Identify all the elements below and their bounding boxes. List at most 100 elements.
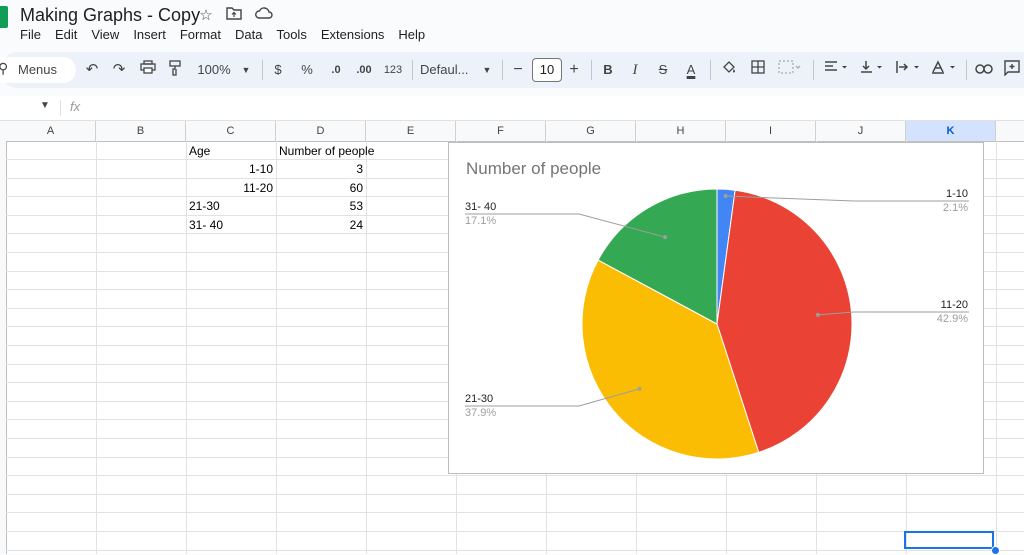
grid-column-line [96,141,97,554]
number-format-button[interactable]: 123 [382,60,404,80]
undo-icon[interactable]: ↶ [84,60,100,80]
star-icon[interactable]: ☆ [196,6,216,26]
chevron-down-icon[interactable]: ▼ [481,60,493,80]
vertical-align-icon[interactable] [859,60,887,80]
document-title[interactable]: Making Graphs - Copy [20,5,200,26]
pie-leader-dot-1 [723,194,728,199]
pie-category-label-1: 1-10 [946,188,968,200]
cell-c4[interactable]: 21-30 [189,197,273,215]
column-header-c[interactable]: C [186,121,276,141]
cell-d4[interactable]: 53 [279,197,363,215]
fill-color-icon[interactable] [720,60,738,80]
chart-title: Number of people [466,159,601,178]
strikethrough-button[interactable]: S [655,60,671,80]
cell-d2[interactable]: 3 [279,160,363,178]
name-box-dropdown-icon[interactable]: ▼ [40,100,50,111]
pie-chart-canvas: Number of people 1-10 2.1% 11-20 42.9% 21-30… [465,159,969,460]
percent-format-button[interactable]: % [298,60,316,80]
italic-button[interactable]: I [627,60,643,80]
font-select[interactable]: Defaul... [420,60,478,80]
grid-row-line [6,475,1024,476]
menu-edit[interactable]: Edit [55,27,77,45]
column-header-a[interactable]: A [6,121,96,141]
toolbar-divider [591,60,592,80]
grid-column-line [996,141,997,554]
cell-c2[interactable]: 1-10 [189,160,273,178]
paint-format-icon[interactable] [167,60,183,80]
grid-column-line [366,141,367,554]
cell-c1[interactable]: Age [189,142,273,160]
pie-category-label-3: 21-30 [465,393,493,405]
zoom-select[interactable]: 100% [194,60,234,80]
toolbar-divider [502,60,503,80]
toolbar-divider [262,60,263,80]
move-to-folder-icon[interactable] [224,6,244,26]
sheets-logo-icon[interactable] [0,6,8,28]
search-menus-label: Menus [18,62,58,77]
cell-d1[interactable]: Number of people [279,142,379,160]
increase-font-size-icon[interactable]: + [566,60,582,80]
column-header-f[interactable]: F [456,121,546,141]
pie-percent-label-2: 42.9% [937,313,968,325]
formula-bar-divider [60,100,61,116]
text-rotation-icon[interactable] [930,60,960,80]
grid-row-line [6,531,1024,532]
menu-help[interactable]: Help [398,27,425,45]
column-header-i[interactable]: I [726,121,816,141]
menu-extensions[interactable]: Extensions [321,27,385,45]
pie-leader-dot-4 [663,235,668,240]
font-size-input[interactable]: 10 [532,58,562,82]
pie-chart[interactable]: Number of people 1-10 2.1% 11-20 42.9% 21-30… [448,142,984,474]
decrease-decimal-button[interactable]: .0 [326,60,346,80]
formula-bar[interactable] [0,96,1024,121]
pie-percent-label-4: 17.1% [465,215,496,227]
search-menus-button[interactable]: ⚲ Menus [0,57,76,83]
print-icon[interactable] [139,60,157,80]
menu-data[interactable]: Data [235,27,262,45]
row-header-gutter [0,141,7,554]
grid-row-line [6,494,1024,495]
menu-file[interactable]: File [20,27,41,45]
column-header-row: A B C D E F G H I J K [0,121,1024,142]
cell-d5[interactable]: 24 [279,216,363,234]
redo-icon[interactable]: ↷ [111,60,127,80]
text-color-button[interactable]: A [682,60,700,80]
menu-format[interactable]: Format [180,27,221,45]
cell-c3[interactable]: 11-20 [189,179,273,197]
column-header-g[interactable]: G [546,121,636,141]
currency-format-button[interactable]: $ [271,60,285,80]
menu-bar: File Edit View Insert Format Data Tools … [20,27,439,45]
toolbar-divider [966,60,967,80]
grid-row-line [6,512,1024,513]
column-header-h[interactable]: H [636,121,726,141]
menu-insert[interactable]: Insert [133,27,166,45]
menu-view[interactable]: View [91,27,119,45]
column-header-j[interactable]: J [816,121,906,141]
merge-cells-icon[interactable] [777,60,803,80]
toolbar-divider [412,60,413,80]
text-wrapping-icon[interactable] [894,60,924,80]
grid-column-line [276,141,277,554]
decrease-font-size-icon[interactable]: − [511,60,525,80]
insert-comment-icon[interactable] [1002,60,1022,80]
increase-decimal-button[interactable]: .00 [354,60,374,80]
borders-icon[interactable] [749,60,767,80]
cell-d3[interactable]: 60 [279,179,363,197]
pie-percent-label-3: 37.9% [465,407,496,419]
column-header-e[interactable]: E [366,121,456,141]
bold-button[interactable]: B [600,60,616,80]
cloud-status-icon[interactable] [254,6,274,26]
chevron-down-icon[interactable]: ▼ [240,60,252,80]
selected-cell[interactable] [904,531,994,549]
toolbar-divider [813,60,814,80]
column-header-d[interactable]: D [276,121,366,141]
pie-category-label-2: 11-20 [941,299,968,311]
cell-c5[interactable]: 31- 40 [189,216,273,234]
fx-icon: fx [70,99,81,114]
pie-leader-dot-2 [815,312,820,317]
menu-tools[interactable]: Tools [276,27,306,45]
horizontal-align-icon[interactable] [823,60,851,80]
column-header-b[interactable]: B [96,121,186,141]
column-header-k[interactable]: K [906,121,996,141]
insert-link-icon[interactable] [974,60,994,80]
